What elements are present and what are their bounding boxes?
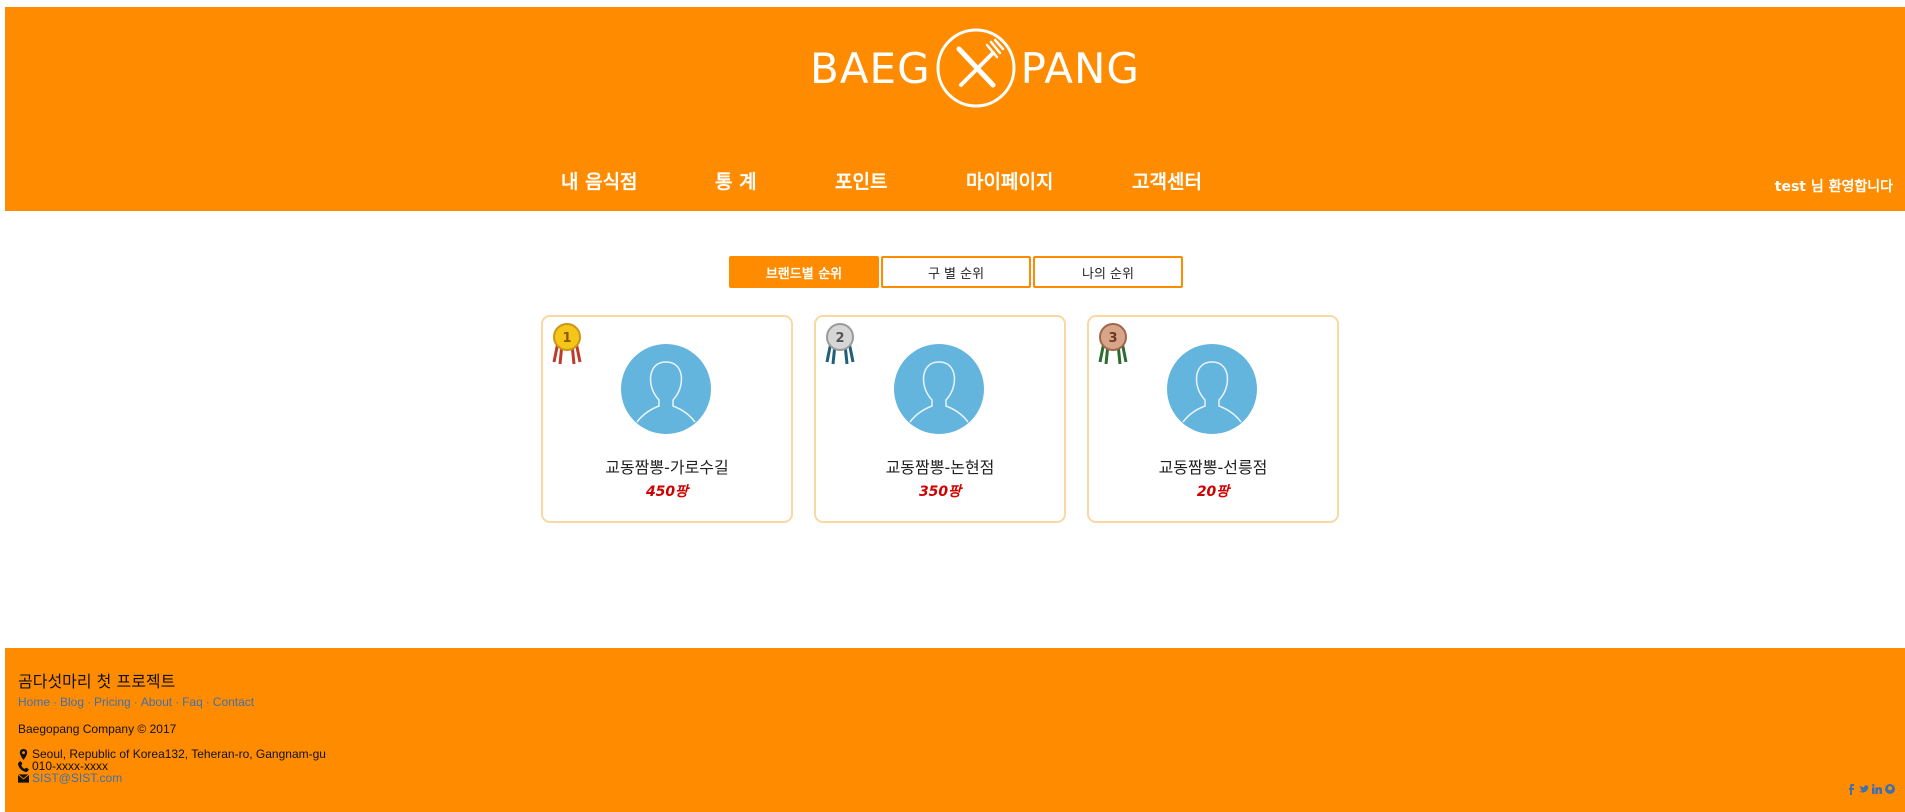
twitter-icon[interactable] — [1859, 782, 1869, 794]
nav-points[interactable]: 포인트 — [835, 167, 887, 194]
svg-text:1: 1 — [562, 331, 571, 346]
store-name: 교동짬뽕-가로수길 — [605, 458, 729, 477]
tab-brand-ranking[interactable]: 브랜드별 순위 — [729, 256, 879, 288]
silver-medal-icon: 2 — [825, 323, 855, 365]
ranking-tabs: 브랜드별 순위 구 별 순위 나의 순위 — [729, 256, 1185, 288]
user-silhouette-icon — [636, 361, 696, 423]
footer-links: Home · Blog · Pricing · About · Faq · Contact — [18, 695, 255, 709]
social-links — [1846, 782, 1895, 795]
contact-email: SIST@SIST.com — [18, 771, 122, 785]
footer-link-faq[interactable]: Faq — [182, 695, 203, 709]
welcome-message: test 님 환영합니다 — [1774, 179, 1893, 195]
facebook-icon[interactable] — [1846, 782, 1856, 795]
store-name: 교동짬뽕-선릉점 — [1158, 458, 1268, 477]
footer-link-contact[interactable]: Contact — [213, 695, 254, 709]
github-icon[interactable] — [1885, 782, 1895, 794]
fork-knife-icon — [936, 28, 1016, 108]
user-silhouette-icon — [909, 361, 969, 423]
avatar — [894, 344, 984, 434]
site-header: BAEG PANG 내 음식점 통 계 포인트 마이페이지 고객센터 test … — [5, 7, 1905, 211]
footer-title: 곰다섯마리 첫 프로젝트 — [18, 672, 176, 691]
linkedin-icon[interactable] — [1872, 782, 1882, 794]
footer-link-blog[interactable]: Blog — [60, 695, 84, 709]
nav-my-restaurant[interactable]: 내 음식점 — [561, 167, 638, 194]
logo-text-left: BAEG — [810, 43, 931, 93]
email-link[interactable]: SIST@SIST.com — [32, 771, 122, 785]
nav-statistics[interactable]: 통 계 — [715, 167, 757, 194]
svg-text:3: 3 — [1108, 331, 1117, 346]
gold-medal-icon: 1 — [552, 323, 582, 365]
tab-district-ranking[interactable]: 구 별 순위 — [881, 256, 1031, 288]
map-marker-icon — [19, 748, 28, 760]
svg-text:2: 2 — [835, 331, 844, 346]
store-points: 450팡 — [645, 484, 689, 500]
nav-mypage[interactable]: 마이페이지 — [966, 167, 1053, 194]
store-points: 20팡 — [1196, 484, 1230, 500]
footer-link-home[interactable]: Home — [18, 695, 50, 709]
ranking-card-2[interactable]: 2 교동짬뽕-논현점 350팡 — [814, 315, 1066, 523]
footer-link-about[interactable]: About — [141, 695, 172, 709]
ranking-card-1[interactable]: 1 교동짬뽕-가로수길 450팡 — [541, 315, 793, 523]
phone-icon — [18, 760, 29, 772]
tab-my-ranking[interactable]: 나의 순위 — [1033, 256, 1183, 288]
main-nav: 내 음식점 통 계 포인트 마이페이지 고객센터 — [5, 167, 1905, 197]
store-name: 교동짬뽕-논현점 — [885, 458, 995, 477]
nav-customer-center[interactable]: 고객센터 — [1132, 167, 1202, 194]
user-silhouette-icon — [1182, 361, 1242, 423]
avatar — [1167, 344, 1257, 434]
logo-text-right: PANG — [1020, 43, 1140, 93]
store-points: 350팡 — [918, 484, 962, 500]
avatar — [621, 344, 711, 434]
footer-link-pricing[interactable]: Pricing — [94, 695, 131, 709]
copyright: Baegopang Company © 2017 — [18, 722, 177, 736]
bronze-medal-icon: 3 — [1098, 323, 1128, 365]
site-logo[interactable]: BAEG PANG — [810, 25, 1140, 111]
envelope-icon — [18, 773, 29, 783]
ranking-card-3[interactable]: 3 교동짬뽕-선릉점 20팡 — [1087, 315, 1339, 523]
site-footer: 곰다섯마리 첫 프로젝트 Home · Blog · Pricing · About · Faq… — [5, 648, 1905, 812]
